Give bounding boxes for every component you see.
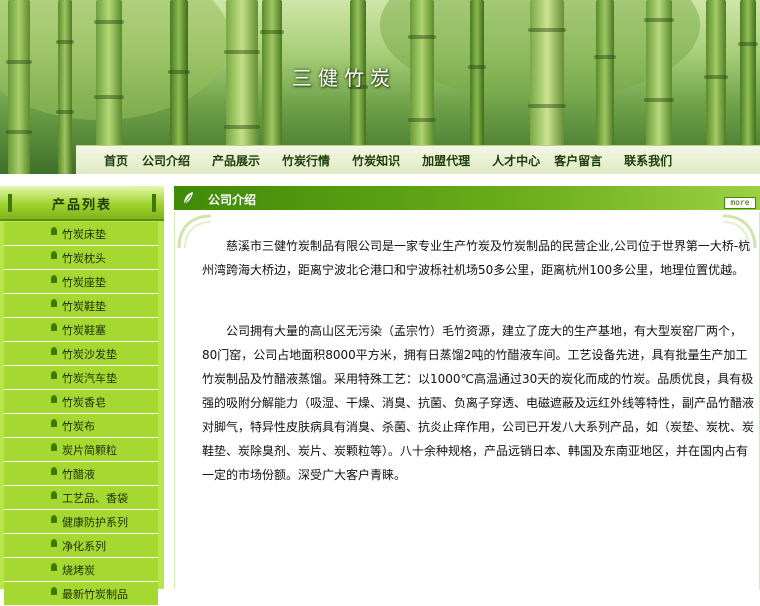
leaf-icon bbox=[51, 347, 57, 355]
menu-item-vinegar[interactable]: 竹醋液 bbox=[4, 462, 158, 486]
leaf-icon bbox=[51, 539, 57, 547]
menu-item-label: 净化系列 bbox=[62, 540, 106, 553]
product-sidebar: 产品列表 竹炭床垫 竹炭枕头 竹炭座垫 竹炭鞋垫 竹炭鞋塞 竹炭沙发垫 竹炭汽车… bbox=[0, 186, 164, 606]
sidebar-title: 产品列表 bbox=[51, 198, 112, 213]
menu-item-granules[interactable]: 炭片简颗粒 bbox=[4, 438, 158, 462]
menu-item-label: 竹炭沙发垫 bbox=[62, 348, 117, 361]
nav-knowledge[interactable]: 竹炭知识 bbox=[352, 152, 400, 169]
content-header: 公司介绍 more bbox=[174, 186, 760, 210]
menu-item-label: 工艺品、香袋 bbox=[62, 492, 128, 505]
leaf-icon bbox=[51, 587, 57, 595]
sidebar-header: 产品列表 bbox=[0, 186, 164, 221]
paragraph-location: 慈溪市三健竹炭制品有限公司是一家专业生产竹炭及竹炭制品的民营企业,公司位于世界第… bbox=[202, 239, 751, 277]
menu-item-bbq-charcoal[interactable]: 烧烤炭 bbox=[4, 558, 158, 582]
menu-item-health[interactable]: 健康防护系列 bbox=[4, 510, 158, 534]
leaf-icon bbox=[51, 395, 57, 403]
nav-market[interactable]: 竹炭行情 bbox=[282, 152, 330, 169]
product-menu: 竹炭床垫 竹炭枕头 竹炭座垫 竹炭鞋垫 竹炭鞋塞 竹炭沙发垫 竹炭汽车垫 竹炭香… bbox=[4, 222, 158, 606]
menu-item-label: 健康防护系列 bbox=[62, 516, 128, 529]
nav-items: 首页 公司介绍 产品展示 竹炭行情 竹炭知识 加盟代理 人才中心 客户留言 联系… bbox=[76, 146, 672, 174]
main-nav: 首页 公司介绍 产品展示 竹炭行情 竹炭知识 加盟代理 人才中心 客户留言 联系… bbox=[76, 145, 760, 174]
leaf-icon bbox=[51, 443, 57, 451]
menu-item-label: 竹炭鞋垫 bbox=[62, 300, 106, 313]
more-link[interactable]: more bbox=[724, 197, 756, 209]
site-title: 三健竹炭 bbox=[292, 66, 396, 90]
menu-item-crafts[interactable]: 工艺品、香袋 bbox=[4, 486, 158, 510]
menu-item-insole[interactable]: 竹炭鞋垫 bbox=[4, 294, 158, 318]
paragraph-production: 公司拥有大量的高山区无污染（孟宗竹）毛竹资源，建立了庞大的生产基地，有大型炭窑厂… bbox=[202, 324, 755, 482]
leaf-icon bbox=[51, 371, 57, 379]
bamboo-stalk bbox=[6, 0, 32, 174]
menu-item-car-mat[interactable]: 竹炭汽车垫 bbox=[4, 366, 158, 390]
menu-item-sofa-cushion[interactable]: 竹炭沙发垫 bbox=[4, 342, 158, 366]
leaf-icon bbox=[51, 275, 57, 283]
menu-item-purification[interactable]: 净化系列 bbox=[4, 534, 158, 558]
nav-messages[interactable]: 客户留言 bbox=[554, 152, 602, 169]
header-banner: 三健竹炭 首页 公司介绍 产品展示 竹炭行情 竹炭知识 加盟代理 人才中心 客户… bbox=[0, 0, 760, 174]
main-content: 公司介绍 more 慈溪市三健竹炭制品有限公司是一家专业生产竹炭及竹炭制品的民营… bbox=[174, 186, 760, 589]
menu-item-label: 竹炭布 bbox=[62, 420, 95, 433]
nav-home[interactable]: 首页 bbox=[104, 152, 128, 169]
menu-item-label: 烧烤炭 bbox=[62, 564, 95, 577]
leaf-icon bbox=[51, 491, 57, 499]
menu-item-label: 竹炭枕头 bbox=[62, 252, 106, 265]
leaf-icon bbox=[51, 299, 57, 307]
menu-item-label: 竹炭鞋塞 bbox=[62, 324, 106, 337]
menu-item-bed-mat[interactable]: 竹炭床垫 bbox=[4, 222, 158, 246]
leaf-icon bbox=[51, 467, 57, 475]
menu-item-pillow[interactable]: 竹炭枕头 bbox=[4, 246, 158, 270]
leaf-icon bbox=[51, 323, 57, 331]
nav-company-intro[interactable]: 公司介绍 bbox=[142, 152, 190, 169]
content-title: 公司介绍 bbox=[208, 193, 257, 207]
menu-item-label: 竹醋液 bbox=[62, 468, 95, 481]
leaf-icon bbox=[51, 563, 57, 571]
nav-careers[interactable]: 人才中心 bbox=[492, 152, 540, 169]
nav-products[interactable]: 产品展示 bbox=[212, 152, 260, 169]
menu-item-label: 竹炭床垫 bbox=[62, 228, 106, 241]
menu-item-seat-cushion[interactable]: 竹炭座垫 bbox=[4, 270, 158, 294]
menu-item-label: 竹炭香皂 bbox=[62, 396, 106, 409]
menu-item-newest[interactable]: 最新竹炭制品 bbox=[4, 582, 158, 606]
menu-item-label: 竹炭座垫 bbox=[62, 276, 106, 289]
menu-item-label: 最新竹炭制品 bbox=[62, 588, 128, 601]
leaf-icon bbox=[183, 192, 193, 205]
menu-item-label: 竹炭汽车垫 bbox=[62, 372, 117, 385]
leaf-icon bbox=[51, 227, 57, 235]
menu-item-soap[interactable]: 竹炭香皂 bbox=[4, 390, 158, 414]
company-intro-text: 慈溪市三健竹炭制品有限公司是一家专业生产竹炭及竹炭制品的民营企业,公司位于世界第… bbox=[202, 234, 754, 524]
menu-item-cloth[interactable]: 竹炭布 bbox=[4, 414, 158, 438]
nav-contact[interactable]: 联系我们 bbox=[624, 152, 672, 169]
leaf-icon bbox=[51, 419, 57, 427]
menu-item-shoe-insert[interactable]: 竹炭鞋塞 bbox=[4, 318, 158, 342]
bamboo-stalk bbox=[56, 0, 74, 174]
leaf-icon bbox=[51, 251, 57, 259]
leaf-icon bbox=[51, 515, 57, 523]
menu-item-label: 炭片简颗粒 bbox=[62, 444, 117, 457]
nav-franchise[interactable]: 加盟代理 bbox=[422, 152, 470, 169]
